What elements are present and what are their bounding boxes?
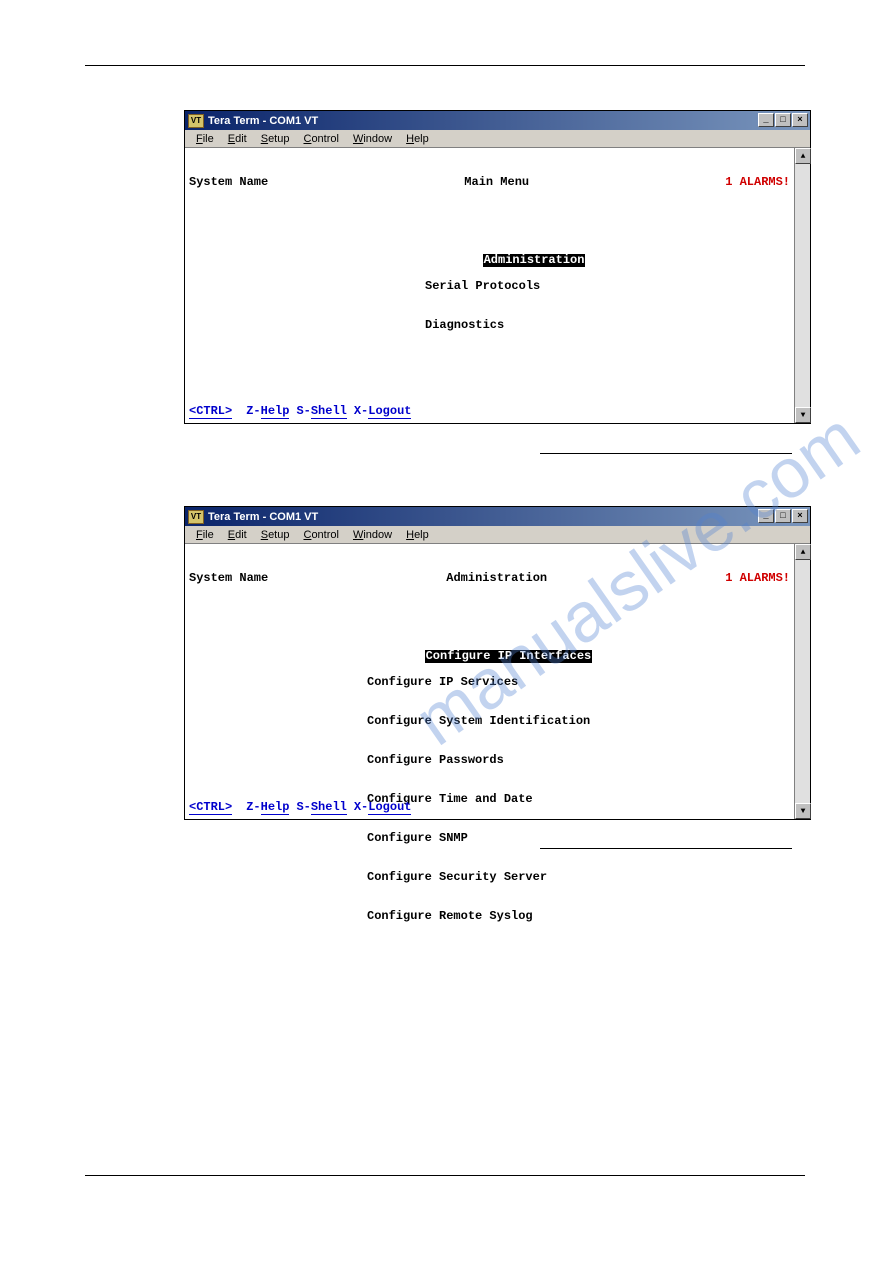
menu-setup[interactable]: Setup <box>254 528 297 542</box>
scroll-up-button[interactable]: ▲ <box>795 544 811 560</box>
menu-file[interactable]: File <box>189 132 221 146</box>
titlebar[interactable]: VT Tera Term - COM1 VT _ □ × <box>185 507 810 526</box>
menu-help[interactable]: Help <box>399 528 436 542</box>
scroll-track[interactable] <box>795 560 810 803</box>
caption-rule-1 <box>540 453 792 454</box>
menu-help[interactable]: Help <box>399 132 436 146</box>
footer-help[interactable]: Z-Help <box>246 405 289 419</box>
app-icon: VT <box>188 510 204 524</box>
titlebar[interactable]: VT Tera Term - COM1 VT _ □ × <box>185 111 810 130</box>
menubar: File Edit Setup Control Window Help <box>185 130 810 148</box>
header-system-name: System Name <box>189 176 268 189</box>
app-icon: VT <box>188 114 204 128</box>
menu-file[interactable]: File <box>189 528 221 542</box>
menu-window[interactable]: Window <box>346 528 399 542</box>
window-controls: _ □ × <box>757 509 808 523</box>
menu-window[interactable]: Window <box>346 132 399 146</box>
menu-item-serial-protocols[interactable]: Serial Protocols <box>425 280 790 293</box>
footer-shell[interactable]: S-Shell <box>296 801 346 815</box>
maximize-button[interactable]: □ <box>775 113 791 127</box>
menu-control[interactable]: Control <box>296 132 345 146</box>
footer-help[interactable]: Z-Help <box>246 801 289 815</box>
menu-item-diagnostics[interactable]: Diagnostics <box>425 319 790 332</box>
menu-edit[interactable]: Edit <box>221 132 254 146</box>
footer-logout[interactable]: X-Logout <box>354 801 412 815</box>
minimize-button[interactable]: _ <box>758 509 774 523</box>
minimize-button[interactable]: _ <box>758 113 774 127</box>
page-top-rule <box>85 65 805 66</box>
menu-label: indow <box>363 529 392 541</box>
menu-item-configure-passwords[interactable]: Configure Passwords <box>367 754 790 767</box>
menu-control[interactable]: Control <box>296 528 345 542</box>
terminal-content: System Name Administration 1 ALARMS! Con… <box>185 544 794 819</box>
header-alarms: 1 ALARMS! <box>725 572 790 585</box>
scrollbar[interactable]: ▲ ▼ <box>794 148 810 423</box>
scrollbar[interactable]: ▲ ▼ <box>794 544 810 819</box>
scroll-up-button[interactable]: ▲ <box>795 148 811 164</box>
scroll-track[interactable] <box>795 164 810 407</box>
menu-label: etup <box>268 133 289 145</box>
menu-item-configure-security-server[interactable]: Configure Security Server <box>367 871 790 884</box>
menu-item-configure-system-identification[interactable]: Configure System Identification <box>367 715 790 728</box>
menu-label: ontrol <box>311 133 339 145</box>
menu-label: ile <box>203 133 214 145</box>
menu-setup[interactable]: Setup <box>254 132 297 146</box>
footer-shell[interactable]: S-Shell <box>296 405 346 419</box>
menu-item-configure-ip-services[interactable]: Configure IP Services <box>367 676 790 689</box>
header-screen-title: Administration <box>268 572 725 585</box>
teraterm-window-main: VT Tera Term - COM1 VT _ □ × File Edit S… <box>184 110 811 424</box>
header-screen-title: Main Menu <box>268 176 725 189</box>
window-controls: _ □ × <box>757 113 808 127</box>
scroll-down-button[interactable]: ▼ <box>795 407 811 423</box>
header-alarms: 1 ALARMS! <box>725 176 790 189</box>
menu-item-configure-remote-syslog[interactable]: Configure Remote Syslog <box>367 910 790 923</box>
teraterm-window-admin: VT Tera Term - COM1 VT _ □ × File Edit S… <box>184 506 811 820</box>
terminal[interactable]: System Name Administration 1 ALARMS! Con… <box>185 544 810 819</box>
menu-label: etup <box>268 529 289 541</box>
close-button[interactable]: × <box>792 509 808 523</box>
menu-item-configure-snmp[interactable]: Configure SNMP <box>367 832 790 845</box>
menu-item-configure-time-and-date[interactable]: Configure Time and Date <box>367 793 790 806</box>
menu-label: dit <box>235 133 247 145</box>
terminal[interactable]: System Name Main Menu 1 ALARMS! Administ… <box>185 148 810 423</box>
header-system-name: System Name <box>189 572 268 585</box>
window-title: Tera Term - COM1 VT <box>208 115 318 127</box>
menu-edit[interactable]: Edit <box>221 528 254 542</box>
menu-label: elp <box>414 529 429 541</box>
menu-label: indow <box>363 133 392 145</box>
footer-shortcuts: <CTRL> Z-Help S-Shell X-Logout <box>189 405 418 419</box>
main-menu-list: Administration Serial Protocols Diagnost… <box>189 241 790 358</box>
scroll-down-button[interactable]: ▼ <box>795 803 811 819</box>
menubar: File Edit Setup Control Window Help <box>185 526 810 544</box>
window-title: Tera Term - COM1 VT <box>208 511 318 523</box>
terminal-content: System Name Main Menu 1 ALARMS! Administ… <box>185 148 794 423</box>
page-bottom-rule <box>85 1175 805 1176</box>
footer-ctrl-key: <CTRL> <box>189 801 232 815</box>
menu-label: ile <box>203 529 214 541</box>
footer-shortcuts: <CTRL> Z-Help S-Shell X-Logout <box>189 801 418 815</box>
maximize-button[interactable]: □ <box>775 509 791 523</box>
footer-logout[interactable]: X-Logout <box>354 405 412 419</box>
menu-item-configure-ip-interfaces[interactable]: Configure IP Interfaces <box>425 650 593 663</box>
menu-label: ontrol <box>311 529 339 541</box>
menu-label: dit <box>235 529 247 541</box>
admin-menu-list: Configure IP Interfaces Configure IP Ser… <box>189 637 790 949</box>
menu-label: elp <box>414 133 429 145</box>
close-button[interactable]: × <box>792 113 808 127</box>
caption-rule-2 <box>540 848 792 849</box>
footer-ctrl-key: <CTRL> <box>189 405 232 419</box>
menu-item-administration[interactable]: Administration <box>483 254 586 267</box>
